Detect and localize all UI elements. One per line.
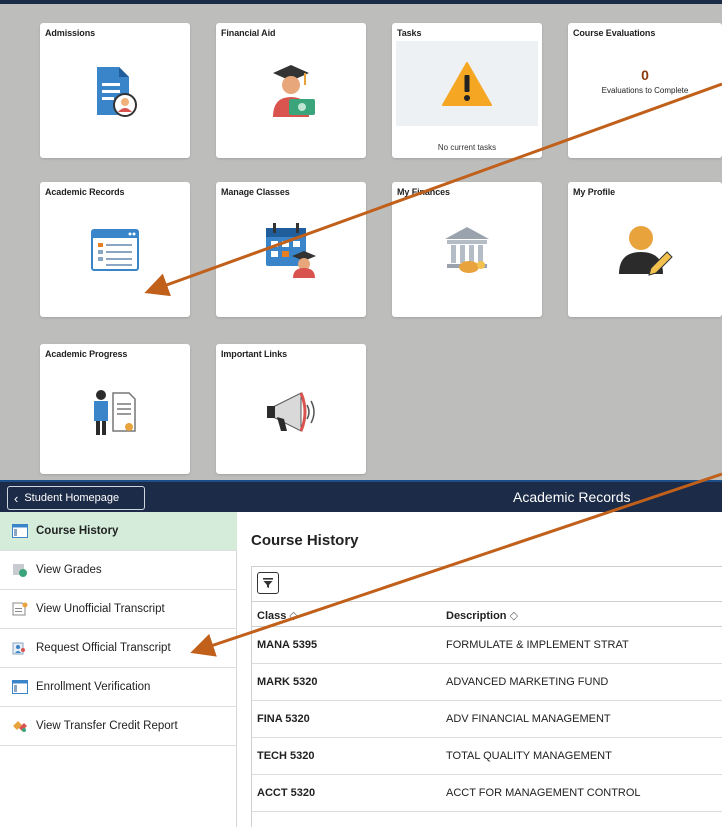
tile-course-evaluations[interactable]: Course Evaluations 0 Evaluations to Comp… [568, 23, 722, 158]
sidebar-item-enrollment-verification[interactable]: Enrollment Verification [0, 668, 237, 707]
megaphone-icon [216, 372, 366, 452]
class-cell: FINA 5320 [257, 713, 310, 725]
tile-manage-classes[interactable]: Manage Classes [216, 182, 366, 317]
tile-title: Tasks [397, 28, 422, 38]
table-row[interactable]: FINA 5320 ADV FINANCIAL MANAGEMENT [252, 701, 722, 738]
transfer-icon [12, 719, 28, 733]
table-header-row: Class ◇ Description ◇ [252, 601, 722, 627]
sidebar-item-view-transfer-credit-report[interactable]: View Transfer Credit Report [0, 707, 237, 746]
tile-tasks[interactable]: Tasks No current tasks [392, 23, 542, 158]
transcript-icon [12, 602, 28, 616]
tile-financial-aid[interactable]: Financial Aid [216, 23, 366, 158]
tasks-panel [396, 41, 538, 126]
sidebar-item-label: View Transfer Credit Report [36, 720, 178, 732]
table-icon [12, 524, 28, 538]
academic-records-page: ‹ Student Homepage Academic Records Cour… [0, 480, 722, 827]
tile-academic-progress[interactable]: Academic Progress [40, 344, 190, 474]
sidebar-item-view-grades[interactable]: View Grades [0, 551, 237, 590]
back-button-label: Student Homepage [24, 492, 120, 504]
class-cell: MANA 5395 [257, 639, 318, 651]
records-sidebar: Course History View Grades View Unoffici… [0, 512, 237, 827]
progress-report-icon [40, 372, 190, 452]
description-cell: ADV FINANCIAL MANAGEMENT [446, 713, 611, 725]
tile-title: Important Links [221, 349, 288, 359]
sidebar-item-view-unofficial-transcript[interactable]: View Unofficial Transcript [0, 590, 237, 629]
sort-icon: ◇ [289, 610, 298, 622]
page-banner: ‹ Student Homepage Academic Records [0, 480, 722, 512]
sort-icon: ◇ [509, 610, 519, 622]
evaluations-label: Evaluations to Complete [601, 86, 689, 95]
tile-title: Manage Classes [221, 187, 290, 197]
evaluations-count: 0 [641, 67, 649, 83]
tile-important-links[interactable]: Important Links [216, 344, 366, 474]
table-row[interactable]: TECH 5320 TOTAL QUALITY MANAGEMENT [252, 738, 722, 775]
bank-icon [392, 210, 542, 290]
table-icon [12, 680, 28, 694]
table-row[interactable]: ACCT 5320 ACCT FOR MANAGEMENT CONTROL [252, 775, 722, 812]
tile-academic-records[interactable]: Academic Records [40, 182, 190, 317]
tile-title: My Finances [397, 187, 450, 197]
request-icon [12, 641, 28, 655]
profile-edit-icon [568, 210, 722, 290]
tasks-status-text: No current tasks [437, 143, 497, 152]
warning-icon [442, 61, 492, 106]
description-cell: TOTAL QUALITY MANAGEMENT [446, 750, 612, 762]
grades-icon [12, 563, 28, 577]
sidebar-item-label: Course History [36, 525, 119, 537]
class-cell: ACCT 5320 [257, 787, 316, 799]
tile-my-profile[interactable]: My Profile [568, 182, 722, 317]
student-homepage-back-button[interactable]: ‹ Student Homepage [7, 486, 145, 510]
class-calendar-icon [216, 210, 366, 290]
admissions-document-icon [40, 51, 190, 131]
sidebar-item-request-official-transcript[interactable]: Request Official Transcript [0, 629, 237, 668]
tile-title: Admissions [45, 28, 96, 38]
sidebar-item-label: View Unofficial Transcript [36, 603, 165, 615]
tile-title: My Profile [573, 187, 616, 197]
sidebar-item-label: Request Official Transcript [36, 642, 171, 654]
description-cell: FORMULATE & IMPLEMENT STRAT [446, 639, 629, 651]
student-homepage-tiles: Admissions Financial Aid Tasks No curren… [0, 0, 722, 480]
class-cell: MARK 5320 [257, 676, 318, 688]
sidebar-item-label: View Grades [36, 564, 102, 576]
tile-title: Course Evaluations [573, 28, 656, 38]
records-window-icon [40, 210, 190, 290]
sidebar-item-course-history[interactable]: Course History [0, 512, 237, 551]
sidebar-item-label: Enrollment Verification [36, 681, 151, 693]
class-cell: TECH 5320 [257, 750, 315, 762]
tile-title: Financial Aid [221, 28, 276, 38]
column-header-class[interactable]: Class ◇ [257, 609, 298, 622]
column-header-description[interactable]: Description ◇ [446, 609, 518, 622]
description-cell: ACCT FOR MANAGEMENT CONTROL [446, 787, 641, 799]
filter-icon [263, 578, 273, 588]
description-cell: ADVANCED MARKETING FUND [446, 676, 609, 688]
table-row[interactable]: MARK 5320 ADVANCED MARKETING FUND [252, 664, 722, 701]
tile-my-finances[interactable]: My Finances [392, 182, 542, 317]
chevron-left-icon: ‹ [14, 490, 19, 506]
table-row[interactable]: MANA 5395 FORMULATE & IMPLEMENT STRAT [252, 627, 722, 664]
course-history-table: Class ◇ Description ◇ MANA 5395 FORMULAT… [251, 566, 722, 827]
tile-admissions[interactable]: Admissions [40, 23, 190, 158]
filter-button[interactable] [257, 572, 279, 594]
page-title: Academic Records [513, 489, 631, 505]
tile-title: Academic Records [45, 187, 125, 197]
course-history-content: Course History Class ◇ Description ◇ MAN… [238, 512, 722, 827]
content-title: Course History [251, 532, 359, 549]
tile-title: Academic Progress [45, 349, 128, 359]
graduate-with-money-icon [216, 51, 366, 131]
